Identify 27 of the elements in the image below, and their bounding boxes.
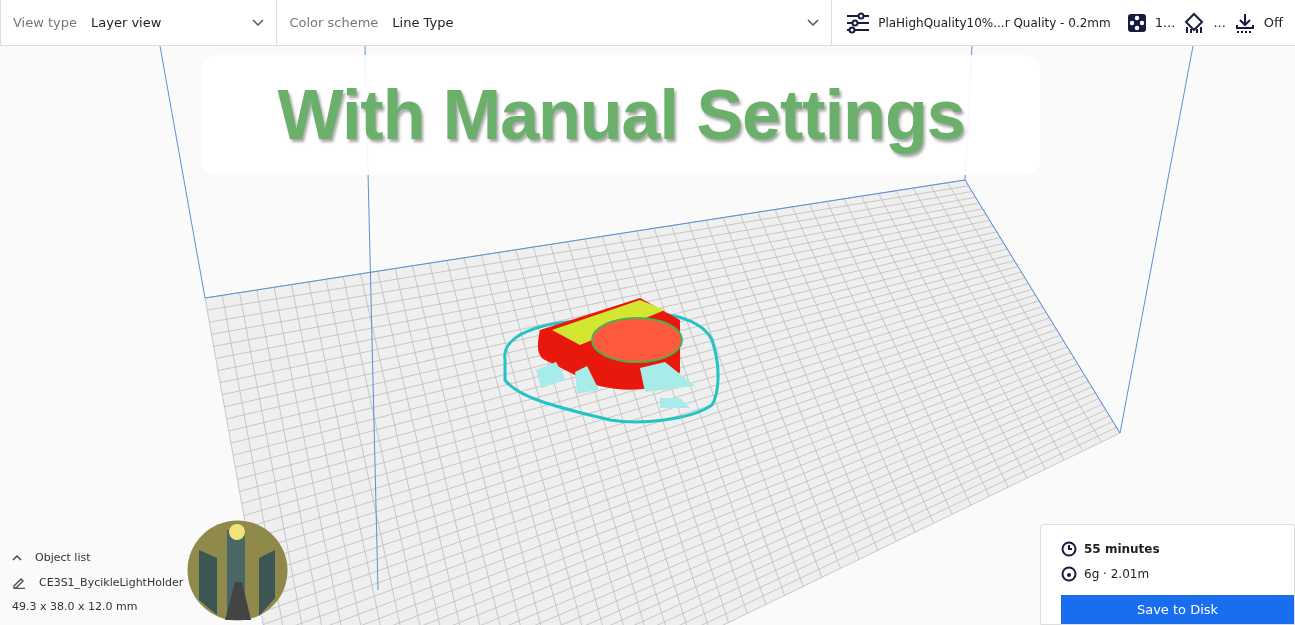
view-type-dropdown[interactable]: View type Layer view <box>0 0 278 45</box>
color-scheme-value: Line Type <box>392 15 455 30</box>
banner-title: With Manual Settings <box>277 75 965 155</box>
save-to-disk-button[interactable]: Save to Disk <box>1061 595 1294 624</box>
infill-icon <box>1126 12 1147 33</box>
chevron-down-icon <box>807 18 820 27</box>
clock-icon <box>1061 541 1077 557</box>
sliders-icon <box>846 11 871 34</box>
spool-icon <box>1061 566 1077 582</box>
print-time: 55 minutes <box>1084 542 1160 556</box>
object-list-toggle[interactable]: Object list <box>12 551 184 564</box>
view-type-label: View type <box>13 15 78 30</box>
color-scheme-label: Color scheme <box>289 15 379 30</box>
pencil-icon <box>12 575 26 589</box>
chevron-up-icon <box>12 554 22 561</box>
dimensions-text: 49.3 x 38.0 x 12.0 mm <box>12 600 139 613</box>
object-item[interactable]: CE3S1_BycikleLightHolder <box>12 575 184 589</box>
print-settings-button[interactable]: PlaHighQuality10%...r Quality - 0.2mm 1... ... Off <box>832 0 1295 45</box>
material-usage: 6g · 2.01m <box>1084 567 1150 581</box>
adhesion-text: Off <box>1263 15 1283 30</box>
view-type-value: Layer view <box>91 15 163 30</box>
download-icon <box>1233 11 1256 34</box>
chevron-down-icon <box>252 18 265 27</box>
support-text: ... <box>1213 15 1226 30</box>
infill-text: 1... <box>1154 15 1176 30</box>
profile-text: PlaHighQuality10%...r Quality - 0.2mm <box>878 15 1111 30</box>
support-icon <box>1183 11 1206 34</box>
